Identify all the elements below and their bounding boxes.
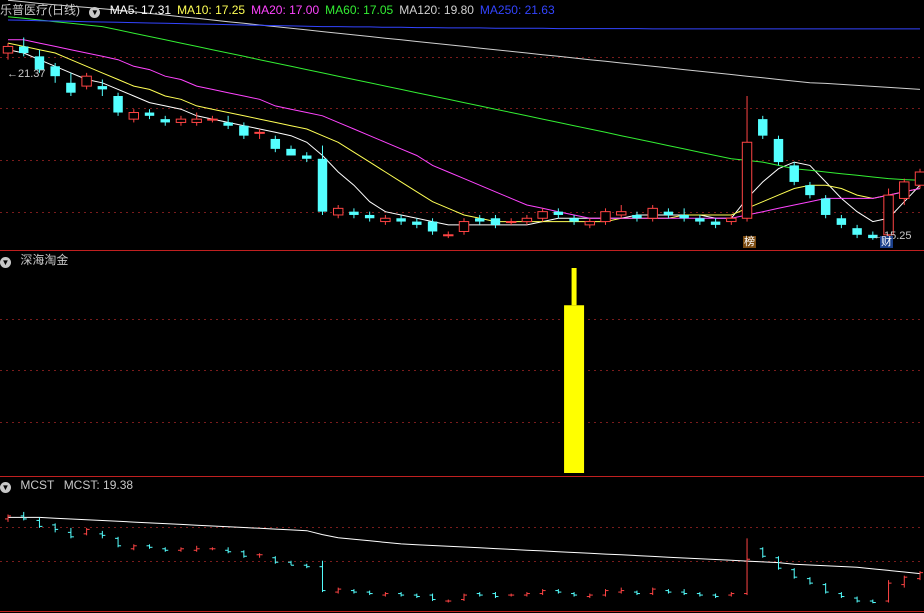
candle-body: [223, 122, 233, 126]
indicator-header-shtj: ▼ 深海淘金: [0, 251, 74, 269]
candle-body: [899, 181, 910, 199]
ma-line-ma10: [7, 42, 921, 223]
high-price-value: 21.37: [18, 68, 46, 80]
mcst-line: [8, 516, 921, 575]
candle-body: [758, 119, 768, 136]
badge-bang[interactable]: 榜: [743, 236, 756, 248]
candle-body: [270, 138, 281, 149]
candle-body: [207, 118, 218, 121]
badge-cai[interactable]: 财: [880, 236, 893, 248]
candle-body: [600, 211, 611, 223]
candle-body: [66, 82, 76, 93]
ma-legend-item: MA10: 17.25: [177, 3, 246, 17]
candle-body: [679, 214, 689, 219]
candle-body: [820, 198, 831, 215]
candle-body: [286, 148, 296, 156]
ma-line-ma5: [7, 49, 921, 226]
ma-legend-item: MA60: 17.05: [325, 3, 394, 17]
mcst-value: MCST: 19.38: [63, 478, 134, 492]
candle-body: [349, 211, 359, 215]
candle-body: [490, 218, 501, 225]
ma-legend-item: MA5: 17.31: [109, 3, 172, 17]
candle-body: [505, 221, 517, 224]
candle-body: [191, 118, 202, 123]
candle-body: [380, 217, 391, 223]
candle-body: [254, 131, 265, 134]
candle-body: [396, 218, 406, 222]
candle-body: [726, 217, 737, 223]
chevron-down-icon[interactable]: ▼: [0, 482, 11, 493]
candle-body: [852, 228, 862, 235]
main-chart-header: 乐普医疗(日线) ▼ MA5: 17.31 MA10: 17.25 MA20: 17…: [0, 1, 567, 19]
ma-legend-item: MA250: 21.63: [479, 3, 555, 17]
candle-body: [553, 211, 564, 215]
candle-body: [789, 165, 799, 182]
candle-body: [128, 112, 140, 120]
candle-body: [175, 118, 187, 123]
candle-body: [97, 86, 108, 90]
candle-body: [710, 221, 721, 225]
candle-body: [427, 221, 438, 232]
candle-body: [537, 211, 548, 219]
candle-body: [332, 207, 344, 216]
candle-body: [302, 155, 312, 159]
ma-line-ma20: [8, 39, 921, 219]
signal-bar-thick: [564, 305, 585, 473]
candle-body: [663, 211, 674, 215]
candle-body: [836, 218, 847, 225]
candle-body: [695, 218, 705, 222]
ma-legend: MA5: 17.31 MA10: 17.25 MA20: 17.00 MA60: 17…: [110, 3, 561, 17]
chevron-down-icon[interactable]: ▼: [89, 7, 101, 18]
candle-body: [160, 119, 170, 123]
candle-body: [144, 112, 155, 116]
mcst-title: MCST: [20, 478, 55, 492]
candle-body: [521, 217, 533, 223]
ma-line-ma250: [7, 19, 920, 30]
candle-body: [475, 218, 485, 222]
candle-body: [443, 234, 454, 237]
indicator-header-mcst: ▼ MCST MCST: 19.38: [0, 476, 139, 494]
kline-chart[interactable]: [0, 0, 924, 613]
candle-body: [19, 46, 29, 54]
candle-body: [569, 218, 579, 222]
candle-body: [616, 211, 627, 216]
candle-body: [914, 171, 924, 186]
candle-body: [239, 125, 249, 136]
chevron-down-icon[interactable]: ▼: [0, 257, 11, 268]
candle-body: [113, 96, 123, 113]
ma-legend-item: MA120: 19.80: [399, 3, 474, 17]
candle-body: [741, 141, 753, 219]
signal-bar-thin: [571, 268, 577, 306]
candle-body: [883, 194, 894, 236]
candle-body: [2, 45, 14, 54]
ma-legend-item: MA20: 17.00: [251, 3, 320, 17]
candle-body: [632, 214, 642, 219]
indicator-title: 深海淘金: [20, 253, 69, 267]
candle-body: [50, 66, 60, 77]
candle-body: [364, 214, 375, 219]
candle-body: [773, 138, 784, 163]
high-price-label: ←21.37: [7, 68, 46, 80]
candle-body: [584, 221, 596, 226]
candle-body: [805, 185, 815, 196]
candle-body: [647, 207, 658, 219]
candle-body: [81, 75, 92, 87]
stock-title: 乐普医疗(日线): [0, 3, 80, 17]
candle-body: [458, 221, 470, 232]
candle-body: [412, 221, 422, 225]
candle-body: [317, 158, 328, 212]
